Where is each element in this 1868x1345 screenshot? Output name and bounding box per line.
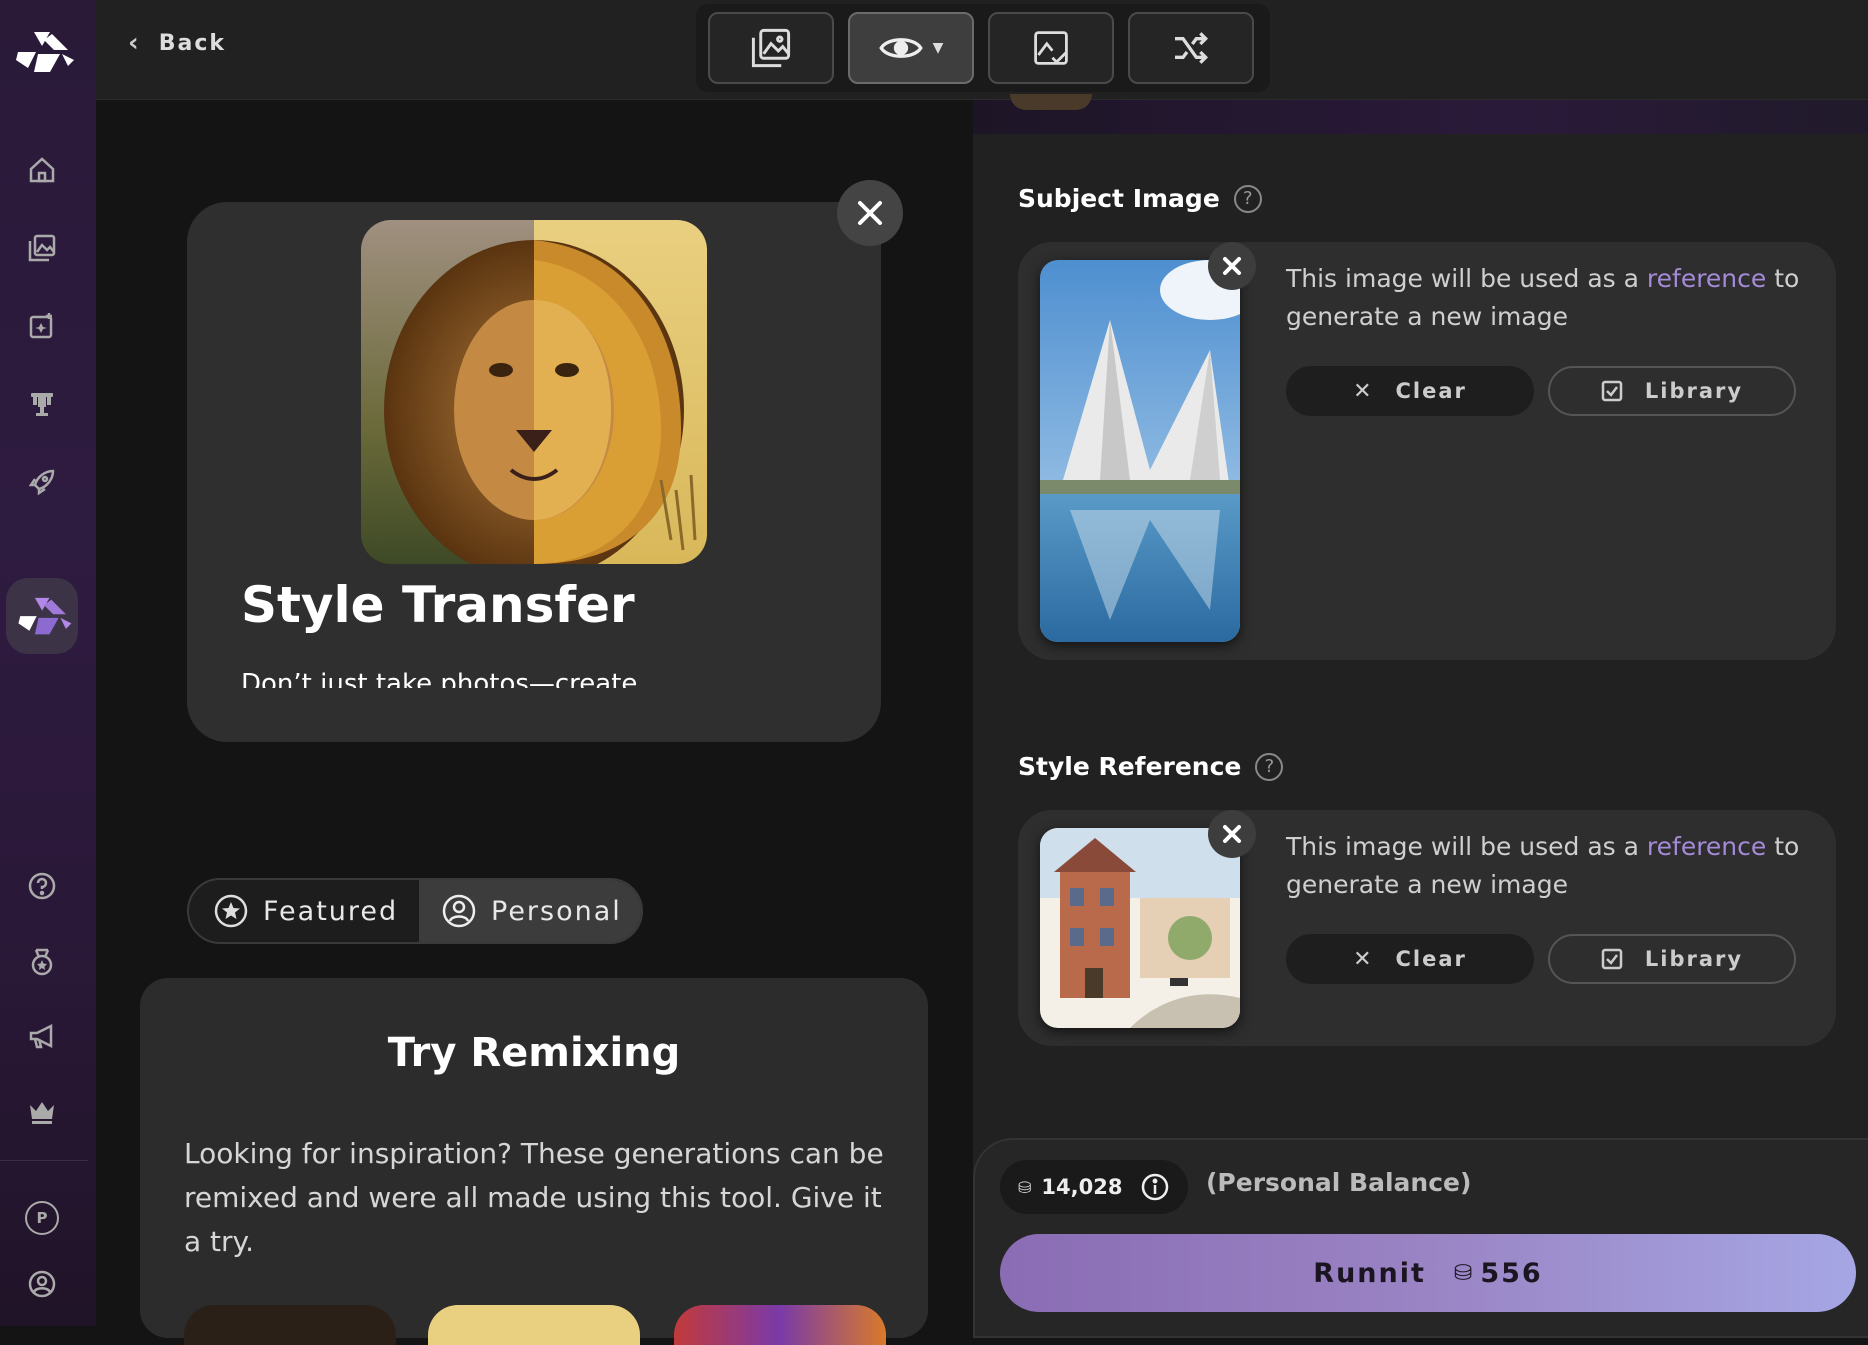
app-logo-icon[interactable] [14, 594, 74, 640]
style-reference-hint: This image will be used as a reference t… [1286, 828, 1806, 904]
tool-hero-card: Style Transfer Don’t just take photos—cr… [187, 202, 881, 742]
header-strip [973, 100, 1868, 134]
view-toolbar: ▼ [696, 4, 1270, 92]
balance-pill: ⛁ 14,028 [1000, 1160, 1188, 1214]
gallery-button[interactable] [708, 12, 834, 84]
hint-text: This image will be used as a [1286, 264, 1647, 293]
back-button[interactable]: ‹ Back [128, 28, 226, 58]
close-icon [1223, 825, 1241, 843]
subject-image-hint: This image will be used as a reference t… [1286, 260, 1806, 336]
star-circle-icon [214, 894, 248, 928]
images-icon[interactable] [24, 230, 60, 266]
user-circle-icon [442, 894, 476, 928]
profile-icon[interactable] [24, 1266, 60, 1302]
clear-label: Clear [1395, 379, 1467, 403]
coin-icon: ⛁ [1018, 1177, 1032, 1197]
remix-title: Try Remixing [387, 1030, 681, 1076]
megaphone-icon[interactable] [24, 1018, 60, 1054]
try-remixing-card: Try Remixing Looking for inspiration? Th… [140, 978, 928, 1338]
medal-icon[interactable] [24, 944, 60, 980]
run-label: Runnit [1313, 1257, 1426, 1289]
close-icon [858, 201, 882, 225]
style-library-button[interactable]: Library [1548, 934, 1796, 984]
style-reference-card: This image will be used as a reference t… [1018, 810, 1836, 1046]
style-clear-button[interactable]: ✕ Clear [1286, 934, 1534, 984]
p-badge-icon[interactable]: P [24, 1200, 60, 1236]
remix-thumbnail[interactable] [428, 1305, 640, 1345]
sidebar-divider [0, 1160, 88, 1161]
balance-label: (Personal Balance) [1206, 1168, 1472, 1197]
p-badge-label: P [25, 1201, 59, 1235]
remove-style-reference-button[interactable] [1208, 810, 1256, 858]
tab-featured[interactable]: Featured [189, 880, 419, 942]
image-check-button[interactable] [988, 12, 1114, 84]
style-reference-label: Style Reference ? [1018, 752, 1284, 781]
remix-description: Looking for inspiration? These generatio… [184, 1137, 884, 1258]
subject-image-title: Subject Image [1018, 184, 1220, 213]
gallery-icon [751, 28, 791, 68]
reference-link[interactable]: reference [1647, 264, 1766, 293]
run-cost-value: 556 [1480, 1257, 1543, 1289]
app-logo-icon[interactable] [14, 30, 74, 76]
shuffle-icon [1175, 32, 1209, 64]
rocket-icon[interactable] [24, 464, 60, 500]
subject-clear-button[interactable]: ✕ Clear [1286, 366, 1534, 416]
image-check-icon [1034, 31, 1068, 65]
sparkle-image-icon[interactable] [24, 308, 60, 344]
tool-title: Style Transfer [241, 576, 635, 634]
featured-personal-toggle: Featured Personal [187, 878, 643, 944]
remix-thumbnail[interactable] [184, 1305, 396, 1345]
remix-thumbnail[interactable] [674, 1305, 886, 1345]
home-icon[interactable] [24, 152, 60, 188]
tab-personal-label: Personal [491, 895, 622, 927]
help-icon[interactable]: ? [1233, 184, 1262, 213]
visibility-dropdown[interactable]: ▼ [848, 12, 974, 84]
style-reference-thumbnail[interactable] [1040, 828, 1240, 1028]
reference-link[interactable]: reference [1647, 832, 1766, 861]
back-label: Back [158, 30, 227, 56]
checkbox-icon [1601, 948, 1623, 970]
help-icon[interactable] [24, 868, 60, 904]
hero-image [361, 220, 707, 564]
hint-text: This image will be used as a [1286, 832, 1647, 861]
checkbox-icon [1601, 380, 1623, 402]
chevron-down-icon: ▼ [932, 40, 944, 56]
coin-icon: ⛁ [1453, 1260, 1475, 1286]
balance-value: 14,028 [1041, 1175, 1123, 1199]
subject-library-button[interactable]: Library [1548, 366, 1796, 416]
chevron-left-icon: ‹ [128, 28, 141, 58]
scrolled-thumbnail [1010, 94, 1092, 110]
shuffle-button[interactable] [1128, 12, 1254, 84]
close-icon [1223, 257, 1241, 275]
library-label: Library [1644, 947, 1744, 971]
crown-icon[interactable] [24, 1094, 60, 1130]
clear-label: Clear [1395, 947, 1467, 971]
remove-subject-image-button[interactable] [1208, 242, 1256, 290]
subject-image-card: This image will be used as a reference t… [1018, 242, 1836, 660]
subject-image-thumbnail[interactable] [1040, 260, 1240, 642]
help-icon[interactable]: ? [1255, 752, 1284, 781]
run-cost: ⛁ 556 [1454, 1258, 1543, 1289]
close-icon: ✕ [1353, 946, 1374, 972]
close-button[interactable] [837, 180, 903, 246]
tool-description: Don’t just take photos—create [241, 669, 638, 688]
tab-personal[interactable]: Personal [419, 880, 641, 942]
style-reference-title: Style Reference [1018, 752, 1242, 781]
library-label: Library [1644, 379, 1744, 403]
sidebar: P [0, 0, 96, 1326]
info-icon[interactable] [1140, 1172, 1170, 1202]
eye-icon [878, 38, 923, 58]
trophy-icon[interactable] [24, 386, 60, 422]
run-button[interactable]: Runnit ⛁ 556 [1000, 1234, 1856, 1312]
subject-image-label: Subject Image ? [1018, 184, 1262, 213]
tab-featured-label: Featured [263, 895, 399, 927]
close-icon: ✕ [1353, 378, 1374, 404]
